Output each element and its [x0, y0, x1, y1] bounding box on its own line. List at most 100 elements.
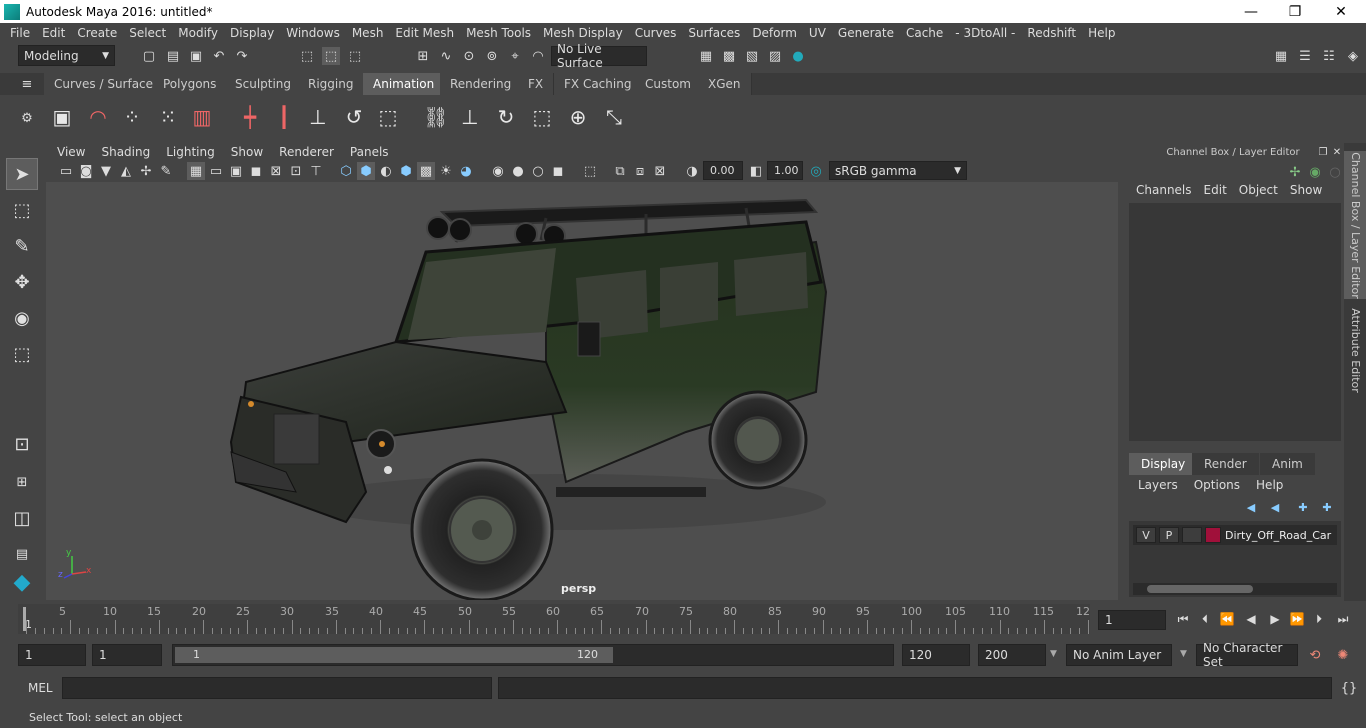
- select-tool-icon[interactable]: ➤: [6, 158, 38, 190]
- select-hierarchy-icon[interactable]: ⬚: [298, 47, 316, 65]
- xray-icon[interactable]: ⬚: [581, 162, 599, 180]
- scale-tool-icon[interactable]: ⬚: [6, 338, 38, 370]
- menu-create[interactable]: Create: [71, 26, 123, 40]
- motion-blur-icon[interactable]: ◉: [489, 162, 507, 180]
- two-panel-layout-icon[interactable]: ◫: [6, 502, 38, 534]
- view-transform-dropdown[interactable]: sRGB gamma ▼: [829, 161, 967, 180]
- menu-cache[interactable]: Cache: [900, 26, 949, 40]
- tab-attribute-editor[interactable]: Attribute Editor: [1344, 308, 1366, 393]
- step-forward-frame-icon[interactable]: ⏵: [1310, 611, 1328, 627]
- command-language-label[interactable]: MEL: [28, 681, 53, 695]
- image-plane-icon[interactable]: ◭: [117, 162, 135, 180]
- scale-constraint-icon[interactable]: ⬚: [374, 103, 402, 131]
- menu-uv[interactable]: UV: [803, 26, 832, 40]
- normal-constraint-icon[interactable]: ⊕: [564, 103, 592, 131]
- smooth-shade-icon[interactable]: ⬢: [357, 162, 375, 180]
- new-empty-layer-icon[interactable]: ✚: [1294, 498, 1312, 516]
- animation-end-field[interactable]: 200: [978, 644, 1046, 666]
- select-component-icon[interactable]: ⬚: [346, 47, 364, 65]
- layer-menu-options[interactable]: Options: [1186, 478, 1248, 492]
- open-scene-icon[interactable]: ▤: [164, 47, 182, 65]
- menu-curves[interactable]: Curves: [629, 26, 683, 40]
- two-d-pan-zoom-icon[interactable]: ✢: [137, 162, 155, 180]
- workspace-icon[interactable]: ▦: [1272, 47, 1290, 65]
- tab-rendering[interactable]: Rendering: [440, 73, 523, 95]
- channel-box-menu-edit[interactable]: Edit: [1198, 183, 1233, 197]
- shadows-icon[interactable]: ☀: [437, 162, 455, 180]
- safe-title-icon[interactable]: ⊤: [307, 162, 325, 180]
- film-gate-icon[interactable]: ▭: [207, 162, 225, 180]
- viewport-menu-show[interactable]: Show: [223, 145, 271, 159]
- step-back-frame-icon[interactable]: ⏴: [1196, 611, 1214, 627]
- character-set-dropdown[interactable]: No Character Set: [1196, 641, 1298, 669]
- menu-display[interactable]: Display: [224, 26, 280, 40]
- set-breakdown-icon[interactable]: ┿: [236, 103, 264, 131]
- menu-mesh-tools[interactable]: Mesh Tools: [460, 26, 537, 40]
- move-layer-up-icon[interactable]: ◀: [1242, 498, 1260, 516]
- menu-deform[interactable]: Deform: [746, 26, 803, 40]
- tab-render-layers[interactable]: Render: [1192, 453, 1259, 475]
- textured-icon[interactable]: ⬢: [397, 162, 415, 180]
- auto-key-icon[interactable]: ⟲: [1306, 646, 1324, 664]
- menu-help[interactable]: Help: [1082, 26, 1121, 40]
- channel-box-speed-icon[interactable]: ◉: [1306, 163, 1324, 181]
- motion-path-icon[interactable]: ⛓: [422, 103, 450, 131]
- tab-fx-caching[interactable]: FX Caching: [554, 73, 643, 95]
- channel-box-hyper-icon[interactable]: ○: [1326, 163, 1344, 181]
- rotate-tool-icon[interactable]: ◉: [6, 302, 38, 334]
- minimize-button[interactable]: —: [1228, 0, 1274, 23]
- aim-constraint-icon[interactable]: ↻: [492, 103, 520, 131]
- chevron-down-icon[interactable]: ▼: [1180, 649, 1187, 659]
- anim-layer-dropdown[interactable]: No Anim Layer: [1066, 644, 1172, 666]
- tab-sculpting[interactable]: Sculpting: [225, 73, 303, 95]
- orient-constraint-icon[interactable]: ↺: [340, 103, 368, 131]
- go-to-start-icon[interactable]: ⏮: [1174, 611, 1192, 627]
- viewport-menu-renderer[interactable]: Renderer: [271, 145, 342, 159]
- tab-channel-box-layer-editor[interactable]: Channel Box / Layer Editor: [1344, 151, 1366, 299]
- shelf-settings-gear-icon[interactable]: ⚙: [18, 109, 36, 127]
- tab-rigging[interactable]: Rigging: [298, 73, 365, 95]
- menu-edit-mesh[interactable]: Edit Mesh: [389, 26, 460, 40]
- channel-box-menu-show[interactable]: Show: [1284, 183, 1328, 197]
- xray-components-icon[interactable]: ⧈: [631, 162, 649, 180]
- channel-box-menu-channels[interactable]: Channels: [1130, 183, 1198, 197]
- playback-end-field[interactable]: 120: [902, 644, 970, 666]
- tab-custom[interactable]: Custom: [635, 73, 702, 95]
- animation-preferences-icon[interactable]: ✺: [1334, 646, 1352, 664]
- menu-mesh-display[interactable]: Mesh Display: [537, 26, 629, 40]
- play-forwards-icon[interactable]: ▶: [1266, 611, 1284, 627]
- animation-start-field[interactable]: 1: [18, 644, 86, 666]
- render-settings-icon[interactable]: ▨: [766, 47, 784, 65]
- close-button[interactable]: ✕: [1318, 0, 1364, 23]
- maximize-button[interactable]: ❐: [1272, 0, 1318, 23]
- viewport-menu-shading[interactable]: Shading: [93, 145, 158, 159]
- viewport-menu-view[interactable]: View: [49, 145, 93, 159]
- graph-editor-icon[interactable]: ◠: [84, 103, 112, 131]
- playblast-icon[interactable]: ▣: [48, 103, 76, 131]
- exposure-icon[interactable]: ◑: [683, 162, 701, 180]
- channel-box-manipulator-icon[interactable]: ✢: [1286, 163, 1304, 181]
- field-chart-icon[interactable]: ⊠: [267, 162, 285, 180]
- layer-menu-layers[interactable]: Layers: [1130, 478, 1186, 492]
- chevron-down-icon[interactable]: ▼: [1050, 649, 1057, 659]
- current-frame-field[interactable]: 1: [1098, 610, 1166, 630]
- select-object-icon[interactable]: ⬚: [322, 47, 340, 65]
- menu-windows[interactable]: Windows: [280, 26, 346, 40]
- layer-list-scrollbar[interactable]: [1133, 583, 1337, 595]
- step-forward-key-icon[interactable]: ⏩: [1288, 611, 1306, 627]
- pole-vector-icon[interactable]: ⤡: [600, 103, 628, 131]
- playback-start-field[interactable]: 1: [92, 644, 162, 666]
- paint-select-tool-icon[interactable]: ✎: [6, 230, 38, 262]
- depth-of-field-icon[interactable]: ○: [529, 162, 547, 180]
- point-on-curve-icon[interactable]: ⊥: [456, 103, 484, 131]
- tab-curves-surfaces[interactable]: Curves / Surfaces: [44, 73, 171, 95]
- channel-box-area[interactable]: [1129, 203, 1341, 441]
- menu-select[interactable]: Select: [123, 26, 172, 40]
- layer-visibility-toggle[interactable]: V: [1136, 527, 1156, 543]
- move-tool-icon[interactable]: ✥: [6, 266, 38, 298]
- tab-anim-layers[interactable]: Anim: [1260, 453, 1315, 475]
- camera-lock-icon[interactable]: ◙: [77, 162, 95, 180]
- backface-culling-icon[interactable]: ⊠: [651, 162, 669, 180]
- script-editor-icon[interactable]: {}: [1340, 679, 1358, 697]
- exposure-field[interactable]: 0.00: [703, 161, 743, 180]
